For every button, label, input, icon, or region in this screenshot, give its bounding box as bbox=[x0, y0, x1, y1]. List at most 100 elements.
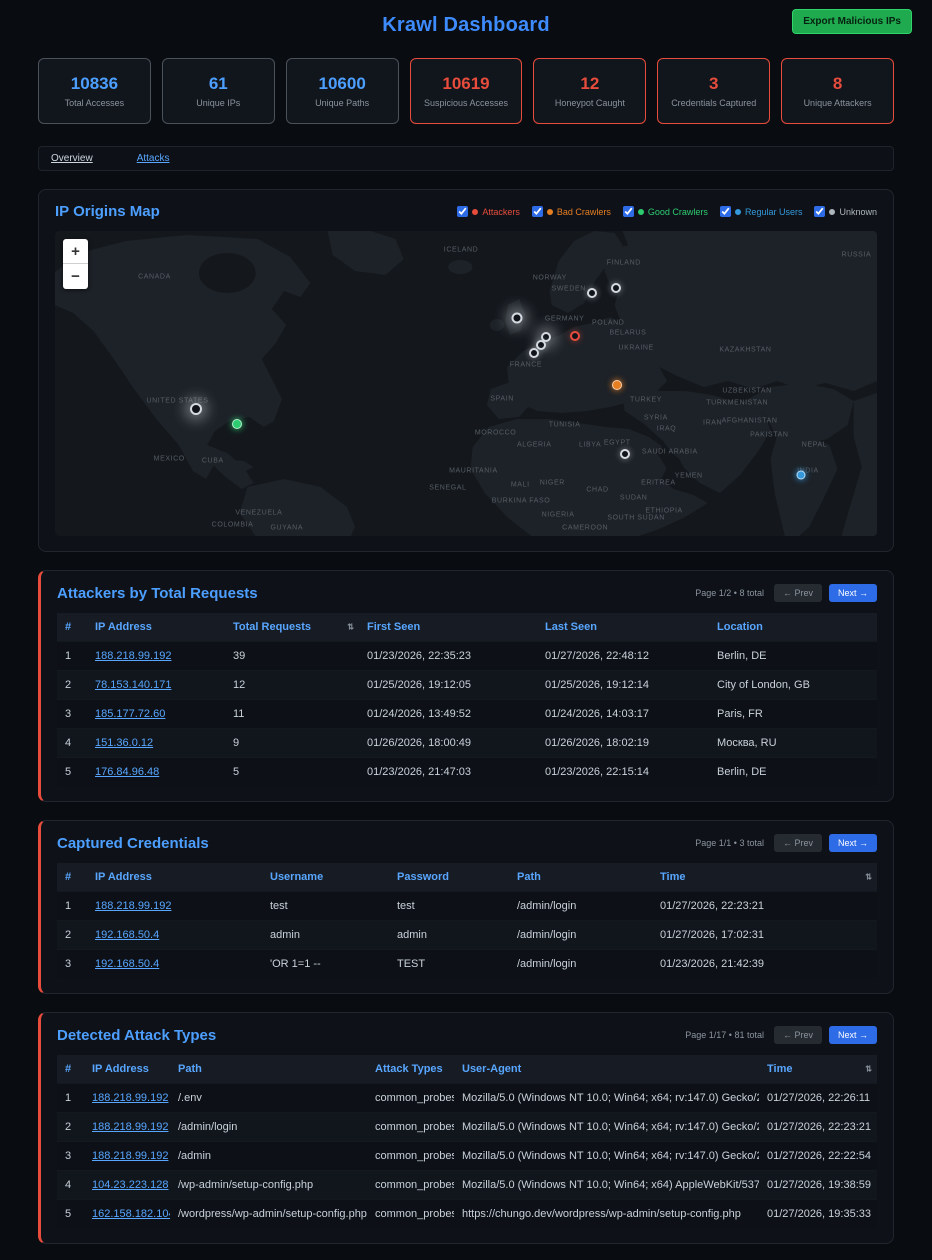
table-row: 3188.218.99.192/admincommon_probesMozill… bbox=[57, 1142, 877, 1171]
stat-card-unique-ips: 61 Unique IPs bbox=[162, 58, 275, 124]
legend-checkbox[interactable] bbox=[720, 206, 731, 217]
ip-address-link[interactable]: 151.36.0.12 bbox=[95, 737, 153, 749]
credentials-table: #IP AddressUsernamePasswordPathTime⇅1188… bbox=[57, 863, 877, 978]
stat-card-credentials-captured: 3 Credentials Captured bbox=[657, 58, 770, 124]
column-header[interactable]: Total Requests ⇅ bbox=[225, 613, 359, 642]
table-cell: Mozilla/5.0 (Windows NT 10.0; Win64; x64… bbox=[454, 1113, 759, 1142]
ip-address-link[interactable]: 188.218.99.192 bbox=[95, 900, 171, 912]
map-marker-unknown[interactable] bbox=[587, 288, 597, 298]
column-header-label: IP Address bbox=[92, 1063, 149, 1075]
stat-label: Credentials Captured bbox=[671, 98, 756, 108]
sort-icon[interactable]: ⇅ bbox=[865, 873, 872, 882]
table-cell: https://chungo.dev/wordpress/wp-admin/se… bbox=[454, 1200, 759, 1229]
column-header-label: Total Requests bbox=[233, 621, 311, 633]
zoom-out-button[interactable]: − bbox=[63, 264, 88, 289]
page-info: Page 1/1 • 3 total bbox=[695, 838, 764, 848]
stat-card-unique-paths: 10600 Unique Paths bbox=[286, 58, 399, 124]
column-header[interactable]: Time ⇅ bbox=[652, 863, 877, 892]
map-marker-unknown[interactable] bbox=[511, 312, 522, 323]
table-cell: 01/23/2026, 21:42:39 bbox=[652, 950, 877, 979]
ip-address-link[interactable]: 188.218.99.192 bbox=[92, 1092, 168, 1104]
next-page-button[interactable]: Next → bbox=[829, 1026, 877, 1044]
column-header-label: Username bbox=[270, 871, 323, 883]
ip-address-link[interactable]: 78.153.140.171 bbox=[95, 679, 171, 691]
table-cell: 01/27/2026, 22:23:21 bbox=[652, 892, 877, 921]
column-header-label: Time bbox=[767, 1063, 792, 1075]
next-page-button[interactable]: Next → bbox=[829, 584, 877, 602]
table-cell: 188.218.99.192 bbox=[87, 892, 262, 921]
ip-address-link[interactable]: 176.84.96.48 bbox=[95, 766, 159, 778]
table-cell: 01/27/2026, 22:22:54 bbox=[759, 1142, 877, 1171]
legend-label: Attackers bbox=[482, 207, 520, 217]
legend-item-good-crawlers[interactable]: Good Crawlers bbox=[623, 206, 708, 217]
legend-item-attackers[interactable]: Attackers bbox=[457, 206, 520, 217]
attackers-table: #IP AddressTotal Requests⇅First SeenLast… bbox=[57, 613, 877, 786]
column-header-label: # bbox=[65, 871, 71, 883]
ip-address-link[interactable]: 188.218.99.192 bbox=[92, 1150, 168, 1162]
column-header-label: User-Agent bbox=[462, 1063, 521, 1075]
map-marker-unknown[interactable] bbox=[611, 283, 621, 293]
map-marker-attacker[interactable] bbox=[570, 331, 580, 341]
table-cell: common_probes bbox=[367, 1171, 454, 1200]
ip-address-link[interactable]: 188.218.99.192 bbox=[95, 650, 171, 662]
table-cell: 11 bbox=[225, 700, 359, 729]
map-marker-unknown[interactable] bbox=[190, 403, 202, 415]
table-cell: 104.23.223.128 bbox=[84, 1171, 170, 1200]
column-header[interactable]: Time ⇅ bbox=[759, 1055, 877, 1084]
table-cell: 1 bbox=[57, 892, 87, 921]
table-cell: 01/26/2026, 18:02:19 bbox=[537, 729, 709, 758]
table-cell: 162.158.182.104 bbox=[84, 1200, 170, 1229]
table-row: 1188.218.99.192/.envcommon_probesMozilla… bbox=[57, 1084, 877, 1113]
legend-checkbox[interactable] bbox=[623, 206, 634, 217]
attack-types-panel-title: Detected Attack Types bbox=[57, 1027, 216, 1044]
tab-overview[interactable]: Overview bbox=[51, 153, 93, 164]
legend-item-regular-users[interactable]: Regular Users bbox=[720, 206, 803, 217]
table-cell: 4 bbox=[57, 1171, 84, 1200]
table-cell: 3 bbox=[57, 950, 87, 979]
map-marker-bad_crawler[interactable] bbox=[612, 380, 622, 390]
ip-address-link[interactable]: 192.168.50.4 bbox=[95, 958, 159, 970]
table-cell: Berlin, DE bbox=[709, 758, 877, 787]
table-cell: test bbox=[262, 892, 389, 921]
stat-label: Total Accesses bbox=[65, 98, 125, 108]
world-map[interactable]: CANADAUNITED STATESMEXICOCUBAVENEZUELACO… bbox=[55, 231, 877, 536]
sort-icon[interactable]: ⇅ bbox=[865, 1065, 872, 1074]
table-cell: /.env bbox=[170, 1084, 367, 1113]
export-malicious-ips-button[interactable]: Export Malicious IPs bbox=[792, 9, 912, 34]
zoom-in-button[interactable]: + bbox=[63, 239, 88, 264]
legend-checkbox[interactable] bbox=[532, 206, 543, 217]
legend-checkbox[interactable] bbox=[814, 206, 825, 217]
legend-dot-icon bbox=[638, 209, 644, 215]
map-marker-unknown[interactable] bbox=[620, 449, 630, 459]
map-panel-head: IP Origins Map AttackersBad CrawlersGood… bbox=[55, 203, 877, 220]
prev-page-button[interactable]: ← Prev bbox=[774, 834, 822, 852]
ip-address-link[interactable]: 162.158.182.104 bbox=[92, 1208, 170, 1220]
next-page-button[interactable]: Next → bbox=[829, 834, 877, 852]
ip-address-link[interactable]: 192.168.50.4 bbox=[95, 929, 159, 941]
ip-address-link[interactable]: 104.23.223.128 bbox=[92, 1179, 168, 1191]
ip-address-link[interactable]: 188.218.99.192 bbox=[92, 1121, 168, 1133]
table-cell: admin bbox=[389, 921, 509, 950]
column-header-label: Time bbox=[660, 871, 685, 883]
legend-checkbox[interactable] bbox=[457, 206, 468, 217]
legend-item-bad-crawlers[interactable]: Bad Crawlers bbox=[532, 206, 611, 217]
stat-card-honeypot-caught: 12 Honeypot Caught bbox=[533, 58, 646, 124]
sort-icon[interactable]: ⇅ bbox=[347, 623, 354, 632]
table-header-row: #IP AddressPathAttack TypesUser-AgentTim… bbox=[57, 1055, 877, 1084]
table-cell: 01/27/2026, 22:23:21 bbox=[759, 1113, 877, 1142]
legend-item-unknown[interactable]: Unknown bbox=[814, 206, 877, 217]
table-cell: common_probes bbox=[367, 1113, 454, 1142]
tab-attacks[interactable]: Attacks bbox=[137, 153, 170, 164]
column-header: User-Agent bbox=[454, 1055, 759, 1084]
prev-page-button[interactable]: ← Prev bbox=[774, 1026, 822, 1044]
table-row: 5176.84.96.48501/23/2026, 21:47:0301/23/… bbox=[57, 758, 877, 787]
ip-address-link[interactable]: 185.177.72.60 bbox=[95, 708, 165, 720]
map-marker-unknown[interactable] bbox=[529, 348, 539, 358]
map-marker-good_crawler[interactable] bbox=[232, 419, 242, 429]
table-row: 3192.168.50.4'OR 1=1 --TEST/admin/login0… bbox=[57, 950, 877, 979]
pagination: Page 1/1 • 3 total ← Prev Next → bbox=[695, 834, 877, 852]
prev-page-button[interactable]: ← Prev bbox=[774, 584, 822, 602]
column-header: Location bbox=[709, 613, 877, 642]
table-cell: 2 bbox=[57, 671, 87, 700]
map-marker-regular_user[interactable] bbox=[797, 471, 806, 480]
